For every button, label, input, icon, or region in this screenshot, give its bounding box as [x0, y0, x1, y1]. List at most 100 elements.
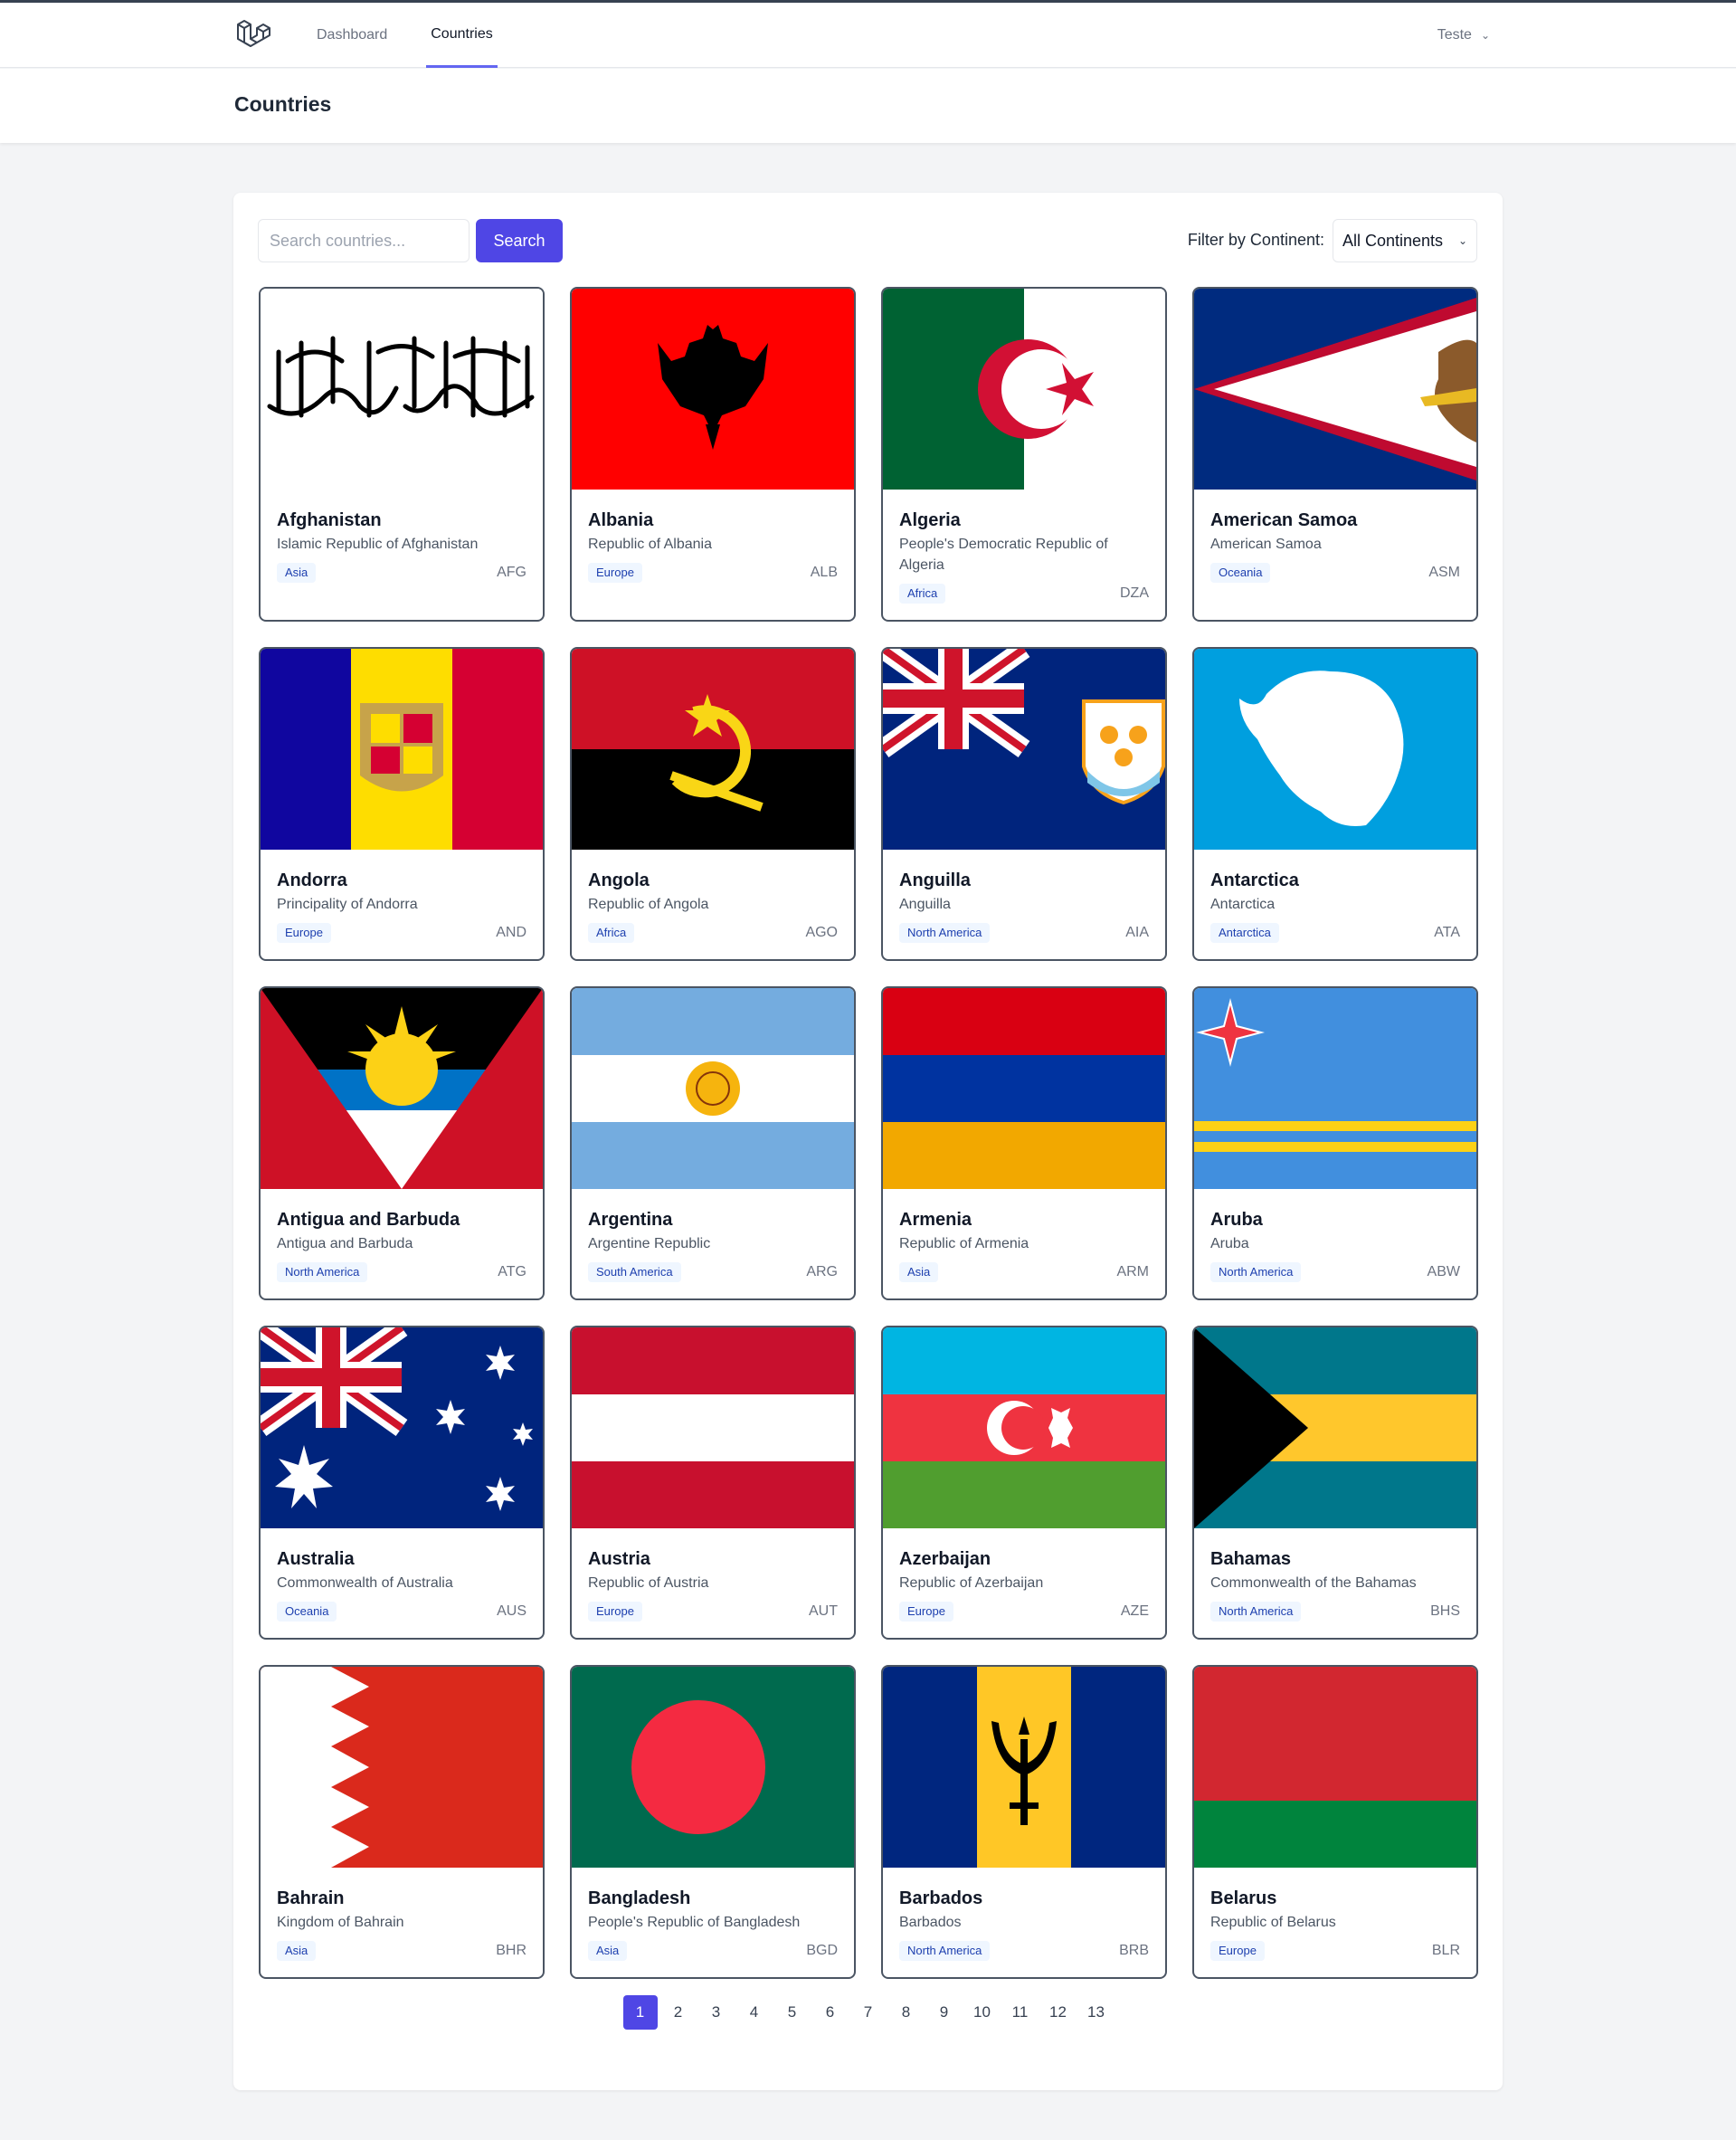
top-navbar: Dashboard Countries Teste ⌄	[0, 3, 1736, 68]
country-card[interactable]: Algeria People's Democratic Republic of …	[881, 287, 1167, 622]
official-name: Republic of Azerbaijan	[899, 1575, 1044, 1591]
search-input[interactable]	[258, 219, 470, 262]
barbados-flag	[883, 1667, 1165, 1868]
country-card[interactable]: Andorra Principality of Andorra Europe AN…	[259, 647, 545, 961]
armenia-flag	[883, 988, 1165, 1189]
country-name: Algeria	[899, 510, 961, 530]
page-link-3[interactable]: 3	[699, 1995, 734, 2030]
country-name: Aruba	[1210, 1210, 1263, 1230]
anguilla-flag	[883, 649, 1165, 850]
country-code: ARM	[1116, 1264, 1149, 1279]
filter-label: Filter by Continent:	[1187, 231, 1324, 249]
country-card[interactable]: Afghanistan Islamic Republic of Afghanis…	[259, 287, 545, 622]
page-link-4[interactable]: 4	[737, 1995, 772, 2030]
country-name: Austria	[588, 1549, 650, 1569]
official-name: People's Republic of Bangladesh	[588, 1915, 801, 1930]
continent-badge: Oceania	[277, 1602, 337, 1622]
country-name: Barbados	[899, 1888, 983, 1908]
country-code: BHS	[1430, 1603, 1460, 1619]
country-card[interactable]: Albania Republic of Albania Europe ALB	[570, 287, 856, 622]
official-name: Antigua and Barbuda	[277, 1236, 413, 1251]
countries-grid: Afghanistan Islamic Republic of Afghanis…	[259, 287, 1478, 1979]
official-name: Republic of Austria	[588, 1575, 709, 1591]
andorra-flag	[261, 649, 543, 850]
country-code: AZE	[1120, 1603, 1149, 1619]
country-card[interactable]: Antigua and Barbuda Antigua and Barbuda …	[259, 986, 545, 1300]
continent-filter-select[interactable]: All Continents ⌄	[1333, 219, 1477, 262]
country-name: Bangladesh	[588, 1888, 691, 1908]
chevron-down-icon: ⌄	[1480, 29, 1490, 42]
page-link-2[interactable]: 2	[661, 1995, 696, 2030]
official-name: Principality of Andorra	[277, 897, 418, 912]
chevron-down-icon: ⌄	[1457, 234, 1467, 247]
page-link-1[interactable]: 1	[622, 1995, 658, 2030]
country-card[interactable]: Australia Commonwealth of Australia Ocea…	[259, 1326, 545, 1640]
app-logo-icon[interactable]	[234, 17, 270, 53]
official-name: Barbados	[899, 1915, 962, 1930]
search-button[interactable]: Search	[476, 219, 563, 262]
continent-badge: North America	[899, 1941, 991, 1961]
bahamas-flag	[1194, 1327, 1476, 1528]
country-card[interactable]: Bahrain Kingdom of Bahrain Asia BHR	[259, 1665, 545, 1979]
country-card[interactable]: Armenia Republic of Armenia Asia ARM	[881, 986, 1167, 1300]
pagination: 1 2 3 4 5 6 7 8 9 10 11 12 13	[233, 1995, 1503, 2030]
country-card[interactable]: Austria Republic of Austria Europe AUT	[570, 1326, 856, 1640]
country-card[interactable]: Aruba Aruba North America ABW	[1192, 986, 1478, 1300]
continent-badge: North America	[277, 1262, 368, 1282]
country-code: BRB	[1119, 1943, 1149, 1958]
page-link-12[interactable]: 12	[1041, 1995, 1076, 2030]
algeria-flag	[883, 289, 1165, 490]
country-card[interactable]: Anguilla Anguilla North America AIA	[881, 647, 1167, 961]
australia-flag	[261, 1327, 543, 1528]
country-name: Albania	[588, 510, 654, 530]
page-link-13[interactable]: 13	[1079, 1995, 1114, 2030]
country-card[interactable]: Barbados Barbados North America BRB	[881, 1665, 1167, 1979]
country-card[interactable]: Azerbaijan Republic of Azerbaijan Europe…	[881, 1326, 1167, 1640]
bangladesh-flag	[572, 1667, 854, 1868]
country-card[interactable]: Antarctica Antarctica Antarctica ATA	[1192, 647, 1478, 961]
page-link-6[interactable]: 6	[813, 1995, 848, 2030]
official-name: Republic of Belarus	[1210, 1915, 1336, 1930]
page-link-8[interactable]: 8	[889, 1995, 924, 2030]
country-card[interactable]: Belarus Republic of Belarus Europe BLR	[1192, 1665, 1478, 1979]
nav-link-countries[interactable]: Countries	[426, 3, 498, 68]
continent-badge: Europe	[1210, 1941, 1265, 1961]
official-name: Argentine Republic	[588, 1236, 711, 1251]
country-code: BLR	[1431, 1943, 1460, 1958]
country-card[interactable]: American Samoa American Samoa Oceania ASM	[1192, 287, 1478, 622]
page-link-9[interactable]: 9	[927, 1995, 962, 2030]
country-code: ARG	[806, 1264, 838, 1279]
official-name: American Samoa	[1210, 537, 1322, 552]
antarctica-flag	[1194, 649, 1476, 850]
official-name: Republic of Armenia	[899, 1236, 1029, 1251]
country-name: Antigua and Barbuda	[277, 1210, 460, 1230]
country-name: Australia	[277, 1549, 355, 1569]
page-link-10[interactable]: 10	[965, 1995, 1000, 2030]
bahrain-flag	[261, 1667, 543, 1868]
argentina-flag	[572, 988, 854, 1189]
page-link-11[interactable]: 11	[1003, 1995, 1038, 2030]
albania-flag	[572, 289, 854, 490]
country-card[interactable]: Bahamas Commonwealth of the Bahamas Nort…	[1192, 1326, 1478, 1640]
aruba-flag	[1194, 988, 1476, 1189]
continent-badge: South America	[588, 1262, 681, 1282]
country-card[interactable]: Bangladesh People's Republic of Banglade…	[570, 1665, 856, 1979]
continent-badge: North America	[1210, 1262, 1302, 1282]
continent-badge: Asia	[588, 1941, 628, 1961]
countries-panel: Search Filter by Continent: All Continen…	[233, 193, 1503, 2090]
page-header: Countries	[0, 69, 1736, 143]
user-menu[interactable]: Teste ⌄	[1437, 3, 1490, 68]
country-card[interactable]: Angola Republic of Angola Africa AGO	[570, 647, 856, 961]
official-name: Republic of Angola	[588, 897, 709, 912]
country-card[interactable]: Argentina Argentine Republic South Ameri…	[570, 986, 856, 1300]
azerbaijan-flag	[883, 1327, 1165, 1528]
page-link-7[interactable]: 7	[851, 1995, 886, 2030]
official-name: Republic of Albania	[588, 537, 712, 552]
afghanistan-flag	[261, 289, 543, 490]
nav-link-dashboard[interactable]: Dashboard	[317, 3, 387, 68]
country-name: Bahamas	[1210, 1549, 1291, 1569]
belarus-flag	[1194, 1667, 1476, 1868]
page-link-5[interactable]: 5	[775, 1995, 810, 2030]
country-code: ASM	[1428, 565, 1460, 580]
continent-filter-value: All Continents	[1342, 232, 1444, 250]
